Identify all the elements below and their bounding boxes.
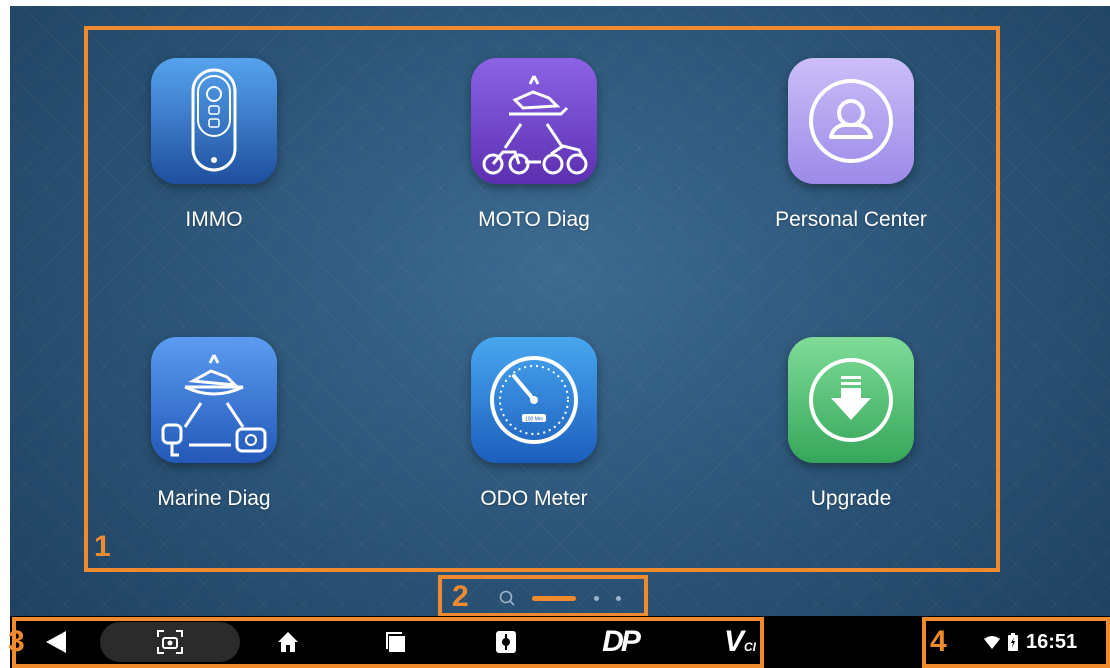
user-profile-icon bbox=[809, 79, 893, 163]
boat-engine-icon bbox=[161, 354, 267, 457]
immo-tile-icon[interactable] bbox=[151, 58, 277, 184]
app-moto-diag[interactable]: MOTO Diag bbox=[471, 58, 597, 238]
odo-meter-label: ODO Meter bbox=[480, 487, 588, 510]
annotation-number-4: 4 bbox=[930, 625, 947, 658]
annotation-number-1: 1 bbox=[94, 530, 111, 563]
key-fob-icon bbox=[191, 68, 237, 172]
app-upgrade[interactable]: Upgrade bbox=[788, 337, 914, 517]
immo-label: IMMO bbox=[185, 208, 243, 231]
odometer-badge-text: 100 Mm bbox=[525, 417, 543, 423]
moto-diag-label: MOTO Diag bbox=[478, 208, 590, 231]
app-marine-diag[interactable]: Marine Diag bbox=[151, 337, 277, 517]
app-odo-meter[interactable]: 100 Mm ODO Meter bbox=[471, 337, 597, 517]
personal-center-label: Personal Center bbox=[775, 208, 927, 231]
annotation-box-3 bbox=[12, 617, 764, 668]
app-immo[interactable]: IMMO bbox=[151, 58, 277, 238]
download-icon bbox=[809, 358, 893, 442]
annotation-box-4 bbox=[922, 617, 1110, 668]
odo-meter-tile-icon[interactable]: 100 Mm bbox=[471, 337, 597, 463]
page-dot[interactable] bbox=[616, 596, 621, 601]
marine-diag-label: Marine Diag bbox=[157, 487, 271, 510]
page-dot-active[interactable] bbox=[532, 596, 576, 601]
upgrade-label: Upgrade bbox=[810, 487, 892, 510]
app-personal-center[interactable]: Personal Center bbox=[775, 58, 927, 238]
upgrade-tile-icon[interactable] bbox=[788, 337, 914, 463]
snowmobile-motorcycle-atv-icon bbox=[482, 75, 588, 175]
annotation-number-2: 2 bbox=[452, 580, 469, 613]
page-indicator[interactable] bbox=[498, 589, 638, 607]
search-icon[interactable] bbox=[498, 589, 516, 607]
personal-center-tile-icon[interactable] bbox=[788, 58, 914, 184]
page-dot[interactable] bbox=[594, 596, 599, 601]
marine-diag-tile-icon[interactable] bbox=[151, 337, 277, 463]
speedometer-icon: 100 Mm bbox=[490, 356, 578, 444]
moto-diag-tile-icon[interactable] bbox=[471, 58, 597, 184]
annotation-number-3: 3 bbox=[8, 625, 25, 658]
